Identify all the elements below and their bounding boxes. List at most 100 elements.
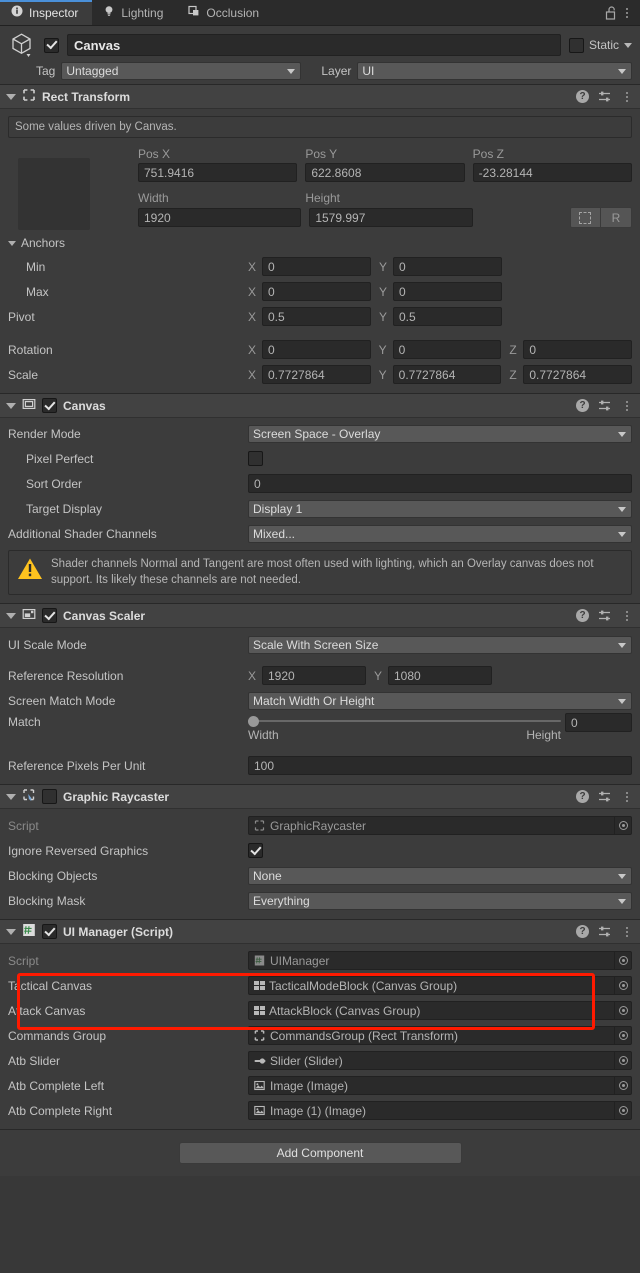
anchor-min-x-input[interactable]: 0 <box>262 257 371 276</box>
chevron-down-icon[interactable] <box>624 42 632 48</box>
tab-occlusion[interactable]: Occlusion <box>177 0 273 25</box>
atb-complete-right-objectfield[interactable]: Image (1) (Image) <box>248 1101 632 1121</box>
blocking-mask-dropdown[interactable]: Everything <box>248 891 632 910</box>
match-slider[interactable]: Width Height <box>248 713 561 742</box>
anchor-min-y-input[interactable]: 0 <box>393 257 502 276</box>
foldout-arrow-icon[interactable] <box>6 793 16 800</box>
component-enabled-checkbox[interactable] <box>42 608 57 624</box>
preset-settings-icon[interactable] <box>598 90 612 103</box>
pos-z-input[interactable]: -23.28144 <box>472 163 632 182</box>
help-icon[interactable]: ? <box>576 399 589 412</box>
object-picker-button[interactable] <box>615 1076 632 1096</box>
component-header[interactable]: Canvas ? <box>0 394 640 418</box>
match-value-input[interactable]: 0 <box>565 713 632 733</box>
ignore-reversed-graphics-checkbox[interactable] <box>248 843 263 859</box>
static-control[interactable]: Static <box>568 37 632 53</box>
kebab-menu-icon[interactable] <box>621 924 633 940</box>
anchor-max-y-input[interactable]: 0 <box>393 282 502 301</box>
component-enabled-checkbox[interactable] <box>42 789 57 805</box>
tab-inspector[interactable]: Inspector <box>0 0 93 25</box>
pos-y-input[interactable]: 622.8608 <box>305 163 465 182</box>
render-mode-dropdown[interactable]: Screen Space - Overlay <box>248 424 632 443</box>
scale-x-input[interactable]: 0.7727864 <box>262 365 371 384</box>
slider-handle[interactable] <box>248 715 259 727</box>
help-icon[interactable]: ? <box>576 925 589 939</box>
object-picker-button[interactable] <box>615 1051 632 1071</box>
object-picker-button[interactable] <box>615 951 632 971</box>
layer-dropdown[interactable]: UI <box>357 62 632 80</box>
object-picker-button[interactable] <box>615 1001 632 1021</box>
reference-resolution-y-input[interactable]: 1080 <box>388 666 492 686</box>
reference-resolution-row: Reference Resolution X 1920 Y 1080 <box>8 663 632 688</box>
component-header[interactable]: Canvas Scaler ? <box>0 604 640 629</box>
blueprint-mode-button[interactable] <box>569 207 601 228</box>
scale-y-input[interactable]: 0.7727864 <box>392 365 502 384</box>
tab-lighting[interactable]: Lighting <box>92 0 177 25</box>
foldout-arrow-icon[interactable] <box>6 612 16 619</box>
gameobject-name-input[interactable]: Canvas <box>67 34 561 56</box>
object-picker-button[interactable] <box>615 1026 632 1046</box>
object-picker-button[interactable] <box>615 816 632 836</box>
preset-settings-icon[interactable] <box>598 925 612 938</box>
atb-complete-left-objectfield[interactable]: Image (Image) <box>248 1076 632 1096</box>
help-icon[interactable]: ? <box>576 609 589 623</box>
target-display-dropdown[interactable]: Display 1 <box>248 499 632 518</box>
reference-pixels-per-unit-input[interactable]: 100 <box>248 756 632 776</box>
sort-order-input[interactable]: 0 <box>248 474 632 493</box>
help-icon[interactable]: ? <box>576 90 589 103</box>
ui-scale-mode-dropdown[interactable]: Scale With Screen Size <box>248 635 632 654</box>
static-checkbox[interactable] <box>568 37 584 53</box>
lock-open-icon[interactable] <box>605 5 618 20</box>
component-enabled-checkbox[interactable] <box>42 924 57 940</box>
width-input[interactable]: 1920 <box>138 208 302 227</box>
commands-group-objectfield[interactable]: CommandsGroup (Rect Transform) <box>248 1026 632 1046</box>
script-objectfield[interactable]: GraphicRaycaster <box>248 816 632 836</box>
scale-z-input[interactable]: 0.7727864 <box>523 365 633 384</box>
anchors-foldout[interactable]: Anchors <box>8 232 632 254</box>
reference-resolution-x-input[interactable]: 1920 <box>262 666 366 686</box>
kebab-menu-icon[interactable] <box>621 5 633 21</box>
tactical-canvas-objectfield[interactable]: TacticalModeBlock (Canvas Group) <box>248 976 632 996</box>
component-enabled-checkbox[interactable] <box>42 398 57 413</box>
foldout-arrow-icon[interactable] <box>6 402 16 409</box>
script-objectfield[interactable]: UIManager <box>248 951 632 971</box>
pivot-x-input[interactable]: 0.5 <box>262 307 371 326</box>
preset-settings-icon[interactable] <box>598 609 612 622</box>
additional-shader-channels-dropdown[interactable]: Mixed... <box>248 524 632 543</box>
pixel-perfect-checkbox[interactable] <box>248 451 263 466</box>
kebab-menu-icon[interactable] <box>621 398 633 414</box>
rotation-x-input[interactable]: 0 <box>262 340 371 359</box>
commands-group-row: Commands Group CommandsGroup (Rect Trans… <box>8 1023 632 1048</box>
gameobject-enabled-checkbox[interactable] <box>44 37 59 53</box>
object-picker-button[interactable] <box>615 976 632 996</box>
object-picker-button[interactable] <box>615 1101 632 1121</box>
pivot-y-input[interactable]: 0.5 <box>393 307 502 326</box>
kebab-menu-icon[interactable] <box>621 789 633 805</box>
component-header[interactable]: Graphic Raycaster ? <box>0 785 640 810</box>
anchor-max-x-input[interactable]: 0 <box>262 282 371 301</box>
kebab-menu-icon[interactable] <box>621 89 633 105</box>
preset-settings-icon[interactable] <box>598 790 612 803</box>
raw-edit-mode-button[interactable]: R <box>600 207 632 228</box>
foldout-arrow-icon <box>8 240 16 246</box>
attack-canvas-objectfield[interactable]: AttackBlock (Canvas Group) <box>248 1001 632 1021</box>
screen-match-mode-dropdown[interactable]: Match Width Or Height <box>248 691 632 710</box>
atb-slider-objectfield[interactable]: Slider (Slider) <box>248 1051 632 1071</box>
anchor-preset-widget[interactable] <box>18 158 90 230</box>
rotation-y-input[interactable]: 0 <box>392 340 502 359</box>
pos-x-input[interactable]: 751.9416 <box>138 163 298 182</box>
lightbulb-icon <box>103 5 115 20</box>
tag-dropdown[interactable]: Untagged <box>61 62 302 80</box>
kebab-menu-icon[interactable] <box>621 608 633 624</box>
rotation-z-input[interactable]: 0 <box>523 340 633 359</box>
preset-settings-icon[interactable] <box>598 399 612 412</box>
height-input[interactable]: 1579.997 <box>309 208 473 227</box>
foldout-arrow-icon[interactable] <box>6 928 16 935</box>
blocking-objects-dropdown[interactable]: None <box>248 866 632 885</box>
foldout-arrow-icon[interactable] <box>6 93 16 100</box>
component-header[interactable]: Rect Transform ? <box>0 85 640 109</box>
component-header[interactable]: UI Manager (Script) ? <box>0 920 640 945</box>
help-icon[interactable]: ? <box>576 790 589 804</box>
script-label: Script <box>8 818 39 833</box>
add-component-button[interactable]: Add Component <box>178 1142 462 1165</box>
